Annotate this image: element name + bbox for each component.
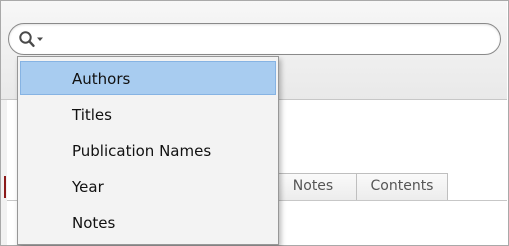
search-field[interactable] xyxy=(8,23,501,55)
dropdown-arrow-icon xyxy=(37,37,43,41)
detail-tabs: Notes Contents xyxy=(269,173,448,200)
menu-item-titles[interactable]: Titles xyxy=(20,97,276,131)
menu-item-year[interactable]: Year xyxy=(20,169,276,203)
search-scope-button[interactable] xyxy=(18,30,52,50)
left-panel-edge xyxy=(1,100,7,245)
menu-item-publication-names[interactable]: Publication Names xyxy=(20,133,276,167)
menu-item-notes[interactable]: Notes xyxy=(20,205,276,239)
tab-notes[interactable]: Notes xyxy=(269,173,357,200)
search-icon xyxy=(19,31,43,48)
search-scope-menu: Authors Titles Publication Names Year No… xyxy=(17,56,279,245)
search-input[interactable] xyxy=(55,28,486,52)
left-panel-marker xyxy=(4,176,6,198)
menu-item-authors[interactable]: Authors xyxy=(20,61,276,95)
tab-contents[interactable]: Contents xyxy=(356,173,448,200)
